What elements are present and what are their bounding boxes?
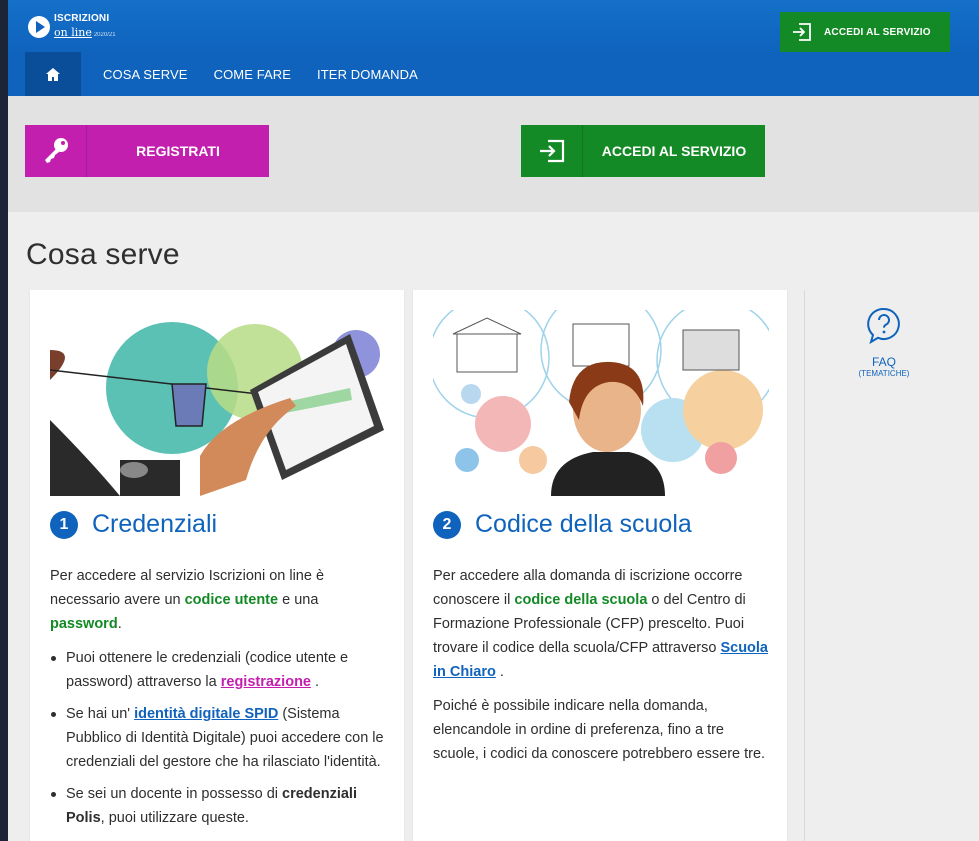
card-title: Codice della scuola xyxy=(475,510,692,538)
home-button[interactable] xyxy=(25,52,81,96)
question-bubble-icon xyxy=(867,307,900,345)
faq-subtitle: (TEMATICHE) xyxy=(858,369,910,378)
card-body: Per accedere al servizio Iscrizioni on l… xyxy=(50,564,386,838)
logo-play-icon xyxy=(28,16,50,38)
page-title: Cosa serve xyxy=(26,238,180,271)
browser-frame: ISCRIZIONI on line 2020/21 ACCEDI AL SERV… xyxy=(8,0,979,841)
nav-iter-domanda[interactable]: ITER DOMANDA xyxy=(317,67,418,82)
register-button[interactable]: REGISTRATI xyxy=(25,125,269,177)
login-icon xyxy=(780,23,824,41)
registration-link[interactable]: registrazione xyxy=(221,674,311,690)
logo-year: 2020/21 xyxy=(93,32,116,38)
logo-line1: ISCRIZIONI xyxy=(54,13,110,24)
action-band: REGISTRATI ACCEDI AL SERVIZIO xyxy=(8,96,979,212)
list-item: Se sei un docente in possesso di credenz… xyxy=(50,782,386,830)
school-code-illustration xyxy=(433,310,769,496)
card-body: Per accedere alla domanda di iscrizione … xyxy=(433,568,768,762)
card-title: Credenziali xyxy=(92,510,218,538)
list-item: Se hai un' identità digitale SPID (Siste… xyxy=(50,702,386,774)
register-label: REGISTRATI xyxy=(136,143,220,159)
card-codice-scuola: 2 Codice della scuola Per accedere alla … xyxy=(413,290,787,841)
step-number: 2 xyxy=(433,510,461,539)
list-item: Puoi ottenere le credenziali (codice ute… xyxy=(50,646,386,694)
access-label: ACCEDI AL SERVIZIO xyxy=(601,143,747,159)
credentials-illustration xyxy=(50,310,386,496)
step-number: 1 xyxy=(50,510,78,539)
faq-title: FAQ xyxy=(871,355,896,369)
logo-line2: on line xyxy=(54,26,92,39)
top-access-label: ACCEDI AL SERVIZIO xyxy=(824,26,931,38)
home-icon xyxy=(46,67,60,81)
site-logo[interactable]: ISCRIZIONI on line 2020/21 xyxy=(28,14,116,40)
key-icon xyxy=(25,125,87,177)
top-access-button[interactable]: ACCEDI AL SERVIZIO xyxy=(780,12,950,52)
faq-link[interactable]: FAQ (TEMATICHE) xyxy=(844,306,924,378)
login-icon xyxy=(521,125,583,177)
nav-come-fare[interactable]: COME FARE xyxy=(214,67,291,82)
top-bar: ISCRIZIONI on line 2020/21 ACCEDI AL SERV… xyxy=(8,0,979,52)
spid-link[interactable]: identità digitale SPID xyxy=(134,706,278,722)
access-button[interactable]: ACCEDI AL SERVIZIO xyxy=(521,125,765,177)
main-nav: COSA SERVE COME FARE ITER DOMANDA xyxy=(8,52,979,96)
card-credenziali: 1 Credenziali Per accedere al servizio I… xyxy=(30,290,404,841)
sidebar-divider xyxy=(804,290,805,841)
nav-cosa-serve[interactable]: COSA SERVE xyxy=(103,67,188,82)
